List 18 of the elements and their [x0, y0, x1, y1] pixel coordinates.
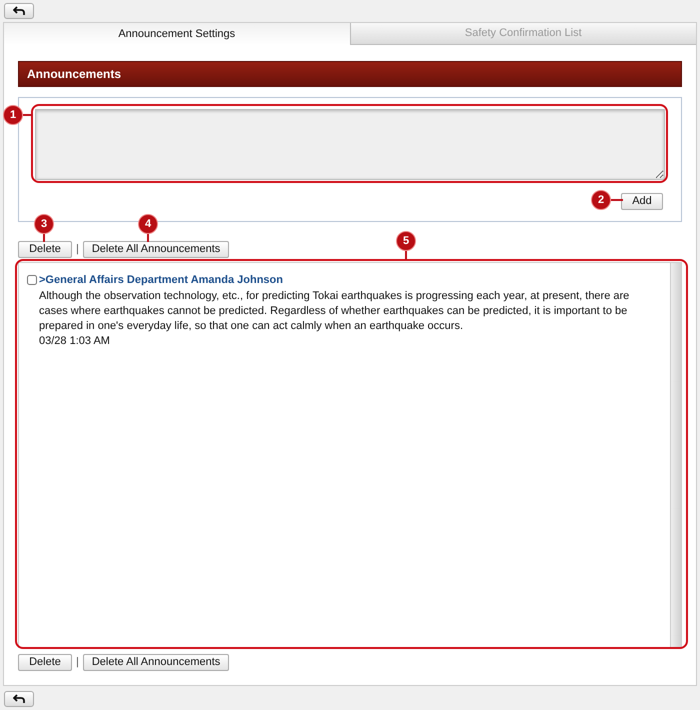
announcement-body: Although the observation technology, etc., for predicting Tokai earthquakes is progressing each year, at present, there are cases where earthquakes cannot be predicted. Regardless of whether earthquakes can be predicted, it is important to be prepared in one's everyday life, so that one can act calmly when an earthquake occurs.	[38, 288, 630, 334]
back-button[interactable]	[4, 691, 34, 707]
delete-button[interactable]: Delete	[18, 241, 72, 258]
sender-link[interactable]: >General Affairs Department Amanda Johnson	[39, 272, 283, 288]
back-arrow-icon	[13, 694, 25, 704]
announcement-time: 03/28 1:03 AM	[38, 334, 111, 348]
separator: |	[76, 655, 79, 670]
scrollbar[interactable]	[670, 263, 681, 647]
section-header: Announcements	[18, 61, 682, 87]
back-button[interactable]	[4, 3, 34, 19]
add-button[interactable]: Add	[621, 193, 663, 210]
delete-button[interactable]: Delete	[18, 654, 72, 671]
announcement-checkbox[interactable]	[27, 275, 37, 286]
leader-line	[611, 199, 623, 201]
delete-all-button[interactable]: Delete All Announcements	[82, 241, 230, 258]
delete-all-button[interactable]: Delete All Announcements	[82, 654, 230, 671]
back-arrow-icon	[13, 6, 25, 16]
separator: |	[76, 242, 79, 258]
